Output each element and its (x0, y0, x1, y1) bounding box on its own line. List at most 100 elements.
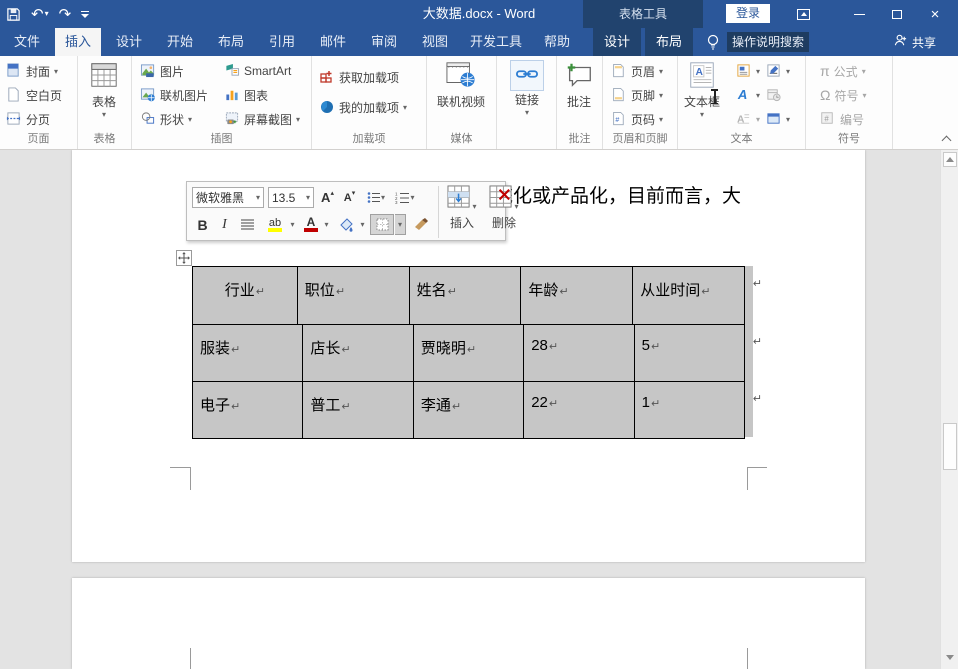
end-of-cell-mark: ↵ (701, 286, 710, 298)
italic-button[interactable]: I (215, 213, 234, 236)
share-button[interactable]: 共享 (893, 28, 936, 56)
tab-developer[interactable]: 开发工具 (458, 28, 534, 56)
bullets-button[interactable]: ▾ (363, 187, 389, 208)
quick-parts-button[interactable]: ▾ (736, 60, 760, 82)
table-cell[interactable]: 店长↵ (303, 325, 413, 381)
tab-review[interactable]: 审阅 (361, 28, 407, 56)
tab-design[interactable]: 设计 (106, 28, 152, 56)
table-cell[interactable]: 1↵ (635, 382, 745, 438)
page-break-button[interactable]: 分页 (6, 108, 50, 130)
table-cell[interactable]: 李通↵ (414, 382, 524, 438)
shading-dropdown[interactable]: ▾ (358, 213, 367, 236)
table-cell[interactable]: 行业↵ (193, 267, 298, 324)
shapes-button[interactable]: 形状▾ (140, 108, 192, 130)
table-cell[interactable]: 贾晓明↵ (414, 325, 524, 381)
online-video-button[interactable]: 联机视频 (437, 60, 485, 110)
number-button[interactable]: # 编号 (820, 108, 864, 130)
date-time-button[interactable] (766, 84, 782, 106)
table-move-handle[interactable] (176, 250, 192, 266)
table-cell[interactable]: 服装↵ (193, 325, 303, 381)
close-button[interactable]: × (918, 0, 952, 28)
tab-table-layout[interactable]: 布局 (645, 28, 693, 56)
minimize-button[interactable] (842, 0, 876, 28)
chart-button[interactable]: 图表 (224, 84, 268, 106)
table-button[interactable]: 表格 ▾ (89, 60, 119, 119)
font-size-combo[interactable]: 13.5▾ (268, 187, 314, 208)
page-number-button[interactable]: # 页码▾ (611, 108, 663, 130)
numbering-button[interactable]: 123 ▾ (391, 187, 419, 208)
tab-home[interactable]: 开始 (157, 28, 203, 56)
group-label-table: 表格 (78, 130, 131, 146)
format-painter-button[interactable] (409, 213, 433, 236)
font-color-button[interactable]: A (300, 213, 322, 236)
font-name-combo[interactable]: 微软雅黑▾ (192, 187, 264, 208)
document-text-line[interactable]: 统化或产品化，目前而言，大 (494, 181, 741, 208)
blank-page-button[interactable]: 空白页 (6, 84, 62, 106)
highlight-dropdown[interactable]: ▾ (288, 213, 297, 236)
my-addins-button[interactable]: 我的加载项▾ (319, 96, 407, 118)
tab-file[interactable]: 文件 (4, 28, 50, 56)
highlight-button[interactable]: ab (260, 213, 290, 236)
tab-insert[interactable]: 插入 (55, 28, 101, 56)
scroll-up-button[interactable] (943, 152, 957, 167)
get-addins-button[interactable]: 获取加载项 (319, 66, 399, 88)
scroll-down-button[interactable] (943, 650, 957, 665)
table-cell[interactable]: 姓名↵ (410, 267, 522, 324)
tab-mailings[interactable]: 邮件 (310, 28, 356, 56)
signature-line-button[interactable]: ▾ (766, 60, 790, 82)
online-pictures-button[interactable]: 联机图片 (140, 84, 208, 106)
tab-table-design[interactable]: 设计 (593, 28, 641, 56)
table-cell[interactable]: 22↵ (524, 382, 634, 438)
cover-page-button[interactable]: 封面▾ (6, 60, 58, 82)
picture-button[interactable]: 图片 (140, 60, 184, 82)
blank-page-icon (6, 87, 22, 103)
drop-cap-button[interactable]: A ▾ (736, 108, 760, 130)
tab-view[interactable]: 视图 (412, 28, 458, 56)
table-cell[interactable]: 普工↵ (303, 382, 413, 438)
table-cell[interactable]: 从业时间↵ (633, 267, 745, 324)
symbol-button[interactable]: Ω 符号▾ (820, 84, 867, 106)
footer-button[interactable]: 页脚▾ (611, 84, 663, 106)
table-cell[interactable]: 5↵ (635, 325, 745, 381)
bold-button[interactable]: B (192, 213, 213, 236)
maximize-button[interactable] (880, 0, 914, 28)
tell-me-search[interactable]: 操作说明搜索 (727, 32, 809, 52)
smartart-button[interactable]: SmartArt (224, 60, 291, 82)
delete-table-button[interactable]: ▾ 删除 (485, 185, 523, 231)
group-label-text: 文本 (678, 130, 805, 146)
table-tools-label: 表格工具 (583, 0, 703, 28)
wordart-button[interactable]: A ▾ (736, 84, 760, 106)
scrollbar-thumb[interactable] (943, 423, 957, 470)
tab-help[interactable]: 帮助 (534, 28, 580, 56)
format-painter-icon (413, 217, 429, 232)
link-button[interactable]: 链接 ▾ (510, 60, 544, 117)
sign-in-button[interactable]: 登录 (726, 4, 770, 23)
vertical-scrollbar[interactable] (940, 150, 958, 669)
font-color-dropdown[interactable]: ▾ (322, 213, 331, 236)
lightbulb-icon (706, 34, 720, 54)
object-button[interactable]: ▾ (766, 108, 790, 130)
shrink-font-button[interactable]: A▾ (339, 187, 360, 208)
comment-button[interactable]: 批注 (564, 60, 594, 110)
shading-button[interactable] (334, 213, 358, 236)
insert-rows-button[interactable]: ▾ 插入 (443, 185, 481, 231)
header-button[interactable]: 页眉▾ (611, 60, 663, 82)
equation-button[interactable]: π 公式▾ (820, 60, 866, 82)
align-button[interactable] (236, 213, 258, 236)
screenshot-button[interactable]: 屏幕截图▾ (224, 108, 300, 130)
tab-layout[interactable]: 布局 (208, 28, 254, 56)
borders-dropdown[interactable]: ▾ (395, 214, 406, 235)
group-media: 联机视频 媒体 (427, 56, 497, 149)
table-cell[interactable]: 电子↵ (193, 382, 303, 438)
table-cell[interactable]: 年龄↵ (521, 267, 633, 324)
ribbon-display-options-button[interactable] (786, 0, 820, 28)
ibeam-cursor (710, 88, 719, 105)
table-cell[interactable]: 职位↵ (298, 267, 410, 324)
grow-font-button[interactable]: A▴ (317, 187, 338, 208)
borders-button[interactable] (370, 214, 394, 235)
tab-references[interactable]: 引用 (259, 28, 305, 56)
table-cell[interactable]: 28↵ (524, 325, 634, 381)
collapse-ribbon-button[interactable] (941, 136, 953, 144)
cell-text: 职位 (305, 282, 335, 299)
document-area[interactable]: 统化或产品化，目前而言，大 行业↵职位↵姓名↵年龄↵从业时间↵↵ 服装↵店长↵贾晓… (0, 150, 940, 669)
